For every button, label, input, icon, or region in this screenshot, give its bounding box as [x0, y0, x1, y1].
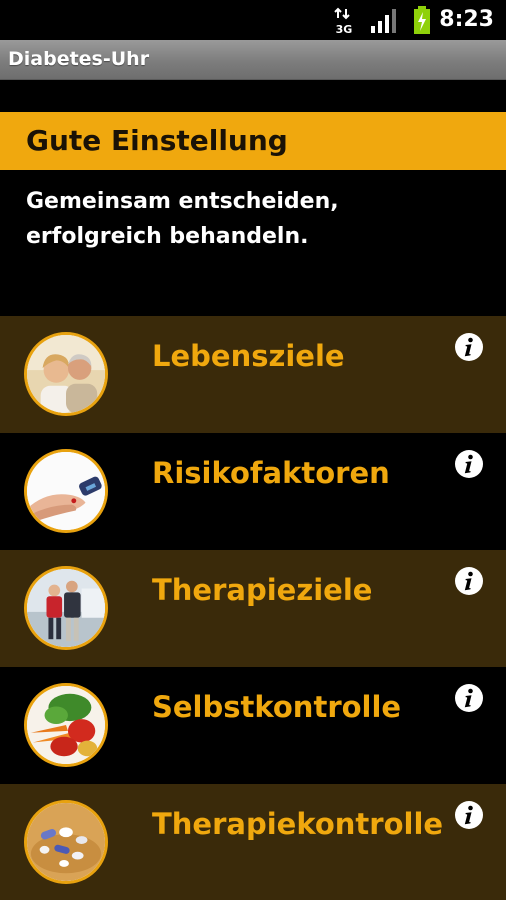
page-subtitle: Gemeinsam entscheiden, erfolgreich behan…	[26, 184, 496, 254]
menu-item-label: Selbstkontrolle	[152, 690, 402, 724]
info-icon[interactable]	[454, 449, 484, 479]
info-icon[interactable]	[454, 332, 484, 362]
blood-glucose-test-thumbnail	[24, 449, 108, 533]
menu-item-risikofaktoren[interactable]: Risikofaktoren	[0, 433, 506, 550]
status-time: 8:23	[439, 7, 494, 32]
network-type-text: 3G	[336, 23, 353, 35]
menu-item-selbstkontrolle[interactable]: Selbstkontrolle	[0, 667, 506, 784]
app-title: Diabetes-Uhr	[8, 48, 150, 70]
status-bar: 3G 8:23	[0, 0, 506, 40]
menu-item-lebensziele[interactable]: Lebensziele	[0, 316, 506, 433]
walking-seniors-thumbnail	[24, 566, 108, 650]
menu-item-label: Therapiekontrolle	[152, 807, 444, 841]
vegetables-thumbnail	[24, 683, 108, 767]
header-band: Gute Einstellung	[0, 112, 506, 170]
signal-strength-icon	[371, 9, 396, 33]
info-icon[interactable]	[454, 683, 484, 713]
senior-couple-thumbnail	[24, 332, 108, 416]
subtitle-line-2: erfolgreich behandeln.	[26, 224, 309, 249]
title-bar: Diabetes-Uhr	[0, 40, 506, 80]
app-screen: 3G 8:23 Diabetes-Uhr Gute Einstellung Ge…	[0, 0, 506, 900]
info-icon[interactable]	[454, 566, 484, 596]
menu-item-therapieziele[interactable]: Therapieziele	[0, 550, 506, 667]
menu-item-label: Lebensziele	[152, 339, 345, 373]
menu-item-label: Risikofaktoren	[152, 456, 390, 490]
menu-item-label: Therapieziele	[152, 573, 373, 607]
subtitle-line-1: Gemeinsam entscheiden,	[26, 189, 339, 214]
pills-thumbnail	[24, 800, 108, 884]
menu-item-therapiekontrolle[interactable]: Therapiekontrolle	[0, 784, 506, 900]
network-3g-icon: 3G	[334, 7, 353, 35]
battery-charging-icon	[414, 6, 430, 34]
page-title: Gute Einstellung	[26, 124, 288, 157]
menu-list: Lebensziele Risikofaktoren Therapieziele…	[0, 316, 506, 900]
info-icon[interactable]	[454, 800, 484, 830]
